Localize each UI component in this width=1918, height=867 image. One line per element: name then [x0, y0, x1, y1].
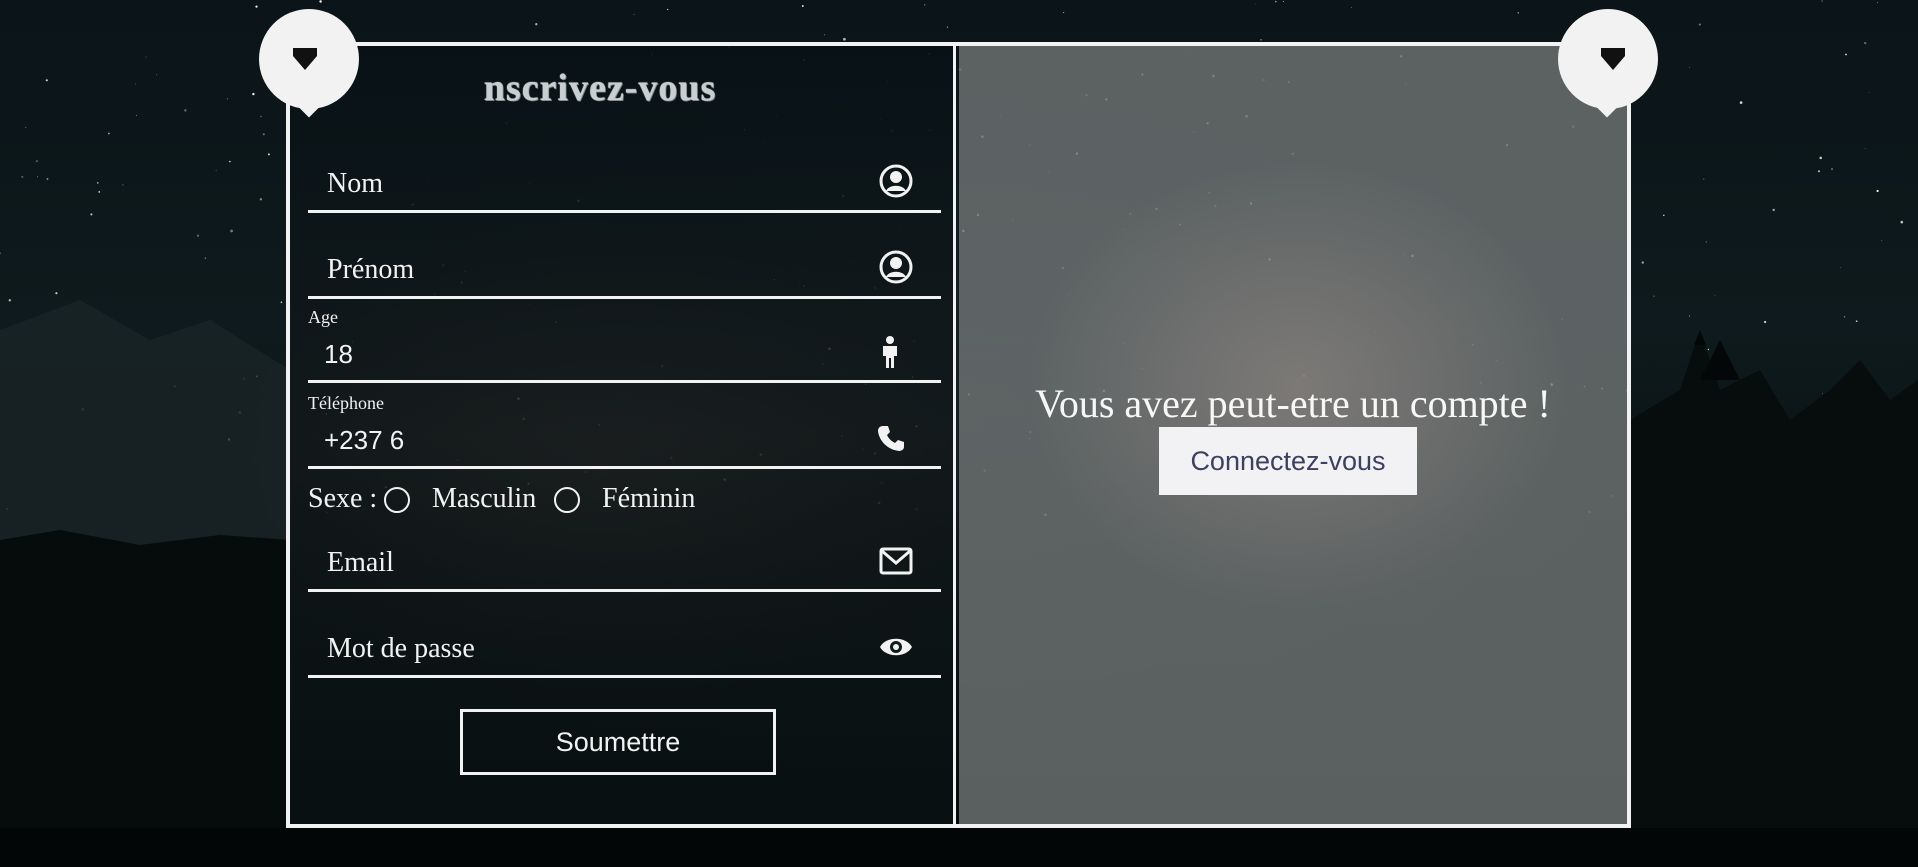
radio-masculin[interactable] — [384, 487, 410, 513]
sexe-group: Sexe : Masculin Féminin — [308, 483, 728, 519]
nom-field[interactable]: Nom — [308, 160, 941, 213]
age-value: 18 — [324, 339, 353, 369]
prenom-placeholder: Prénom — [327, 254, 415, 285]
heart-icon — [1601, 48, 1625, 70]
heart-icon — [293, 48, 317, 70]
telephone-label: Téléphone — [308, 393, 384, 413]
telephone-field[interactable]: +237 6 — [308, 418, 941, 469]
radio-masculin-label: Masculin — [432, 483, 537, 514]
password-placeholder: Mot de passe — [327, 633, 475, 664]
sexe-label: Sexe : — [308, 483, 378, 514]
nom-placeholder: Nom — [327, 168, 383, 199]
form-title: nscrivez-vous — [483, 67, 717, 109]
envelope-icon — [879, 547, 913, 575]
login-button[interactable]: Connectez-vous — [1159, 427, 1417, 495]
user-circle-icon — [879, 250, 913, 284]
email-placeholder: Email — [327, 547, 394, 578]
radio-feminin-label: Féminin — [602, 483, 696, 514]
age-label: Age — [308, 307, 338, 327]
login-prompt: Vous avez peut-etre un compte ! — [1035, 381, 1551, 426]
eye-icon[interactable] — [879, 635, 913, 659]
telephone-value: +237 6 — [324, 425, 405, 455]
radio-feminin[interactable] — [554, 487, 580, 513]
email-field[interactable]: Email — [308, 539, 941, 592]
prenom-field[interactable]: Prénom — [308, 246, 941, 299]
phone-icon — [878, 426, 904, 451]
age-field[interactable]: 18 — [308, 332, 941, 383]
person-icon — [883, 336, 897, 368]
password-field[interactable]: Mot de passe — [308, 625, 941, 678]
submit-button[interactable]: Soumettre — [460, 709, 776, 775]
user-circle-icon — [879, 164, 913, 198]
